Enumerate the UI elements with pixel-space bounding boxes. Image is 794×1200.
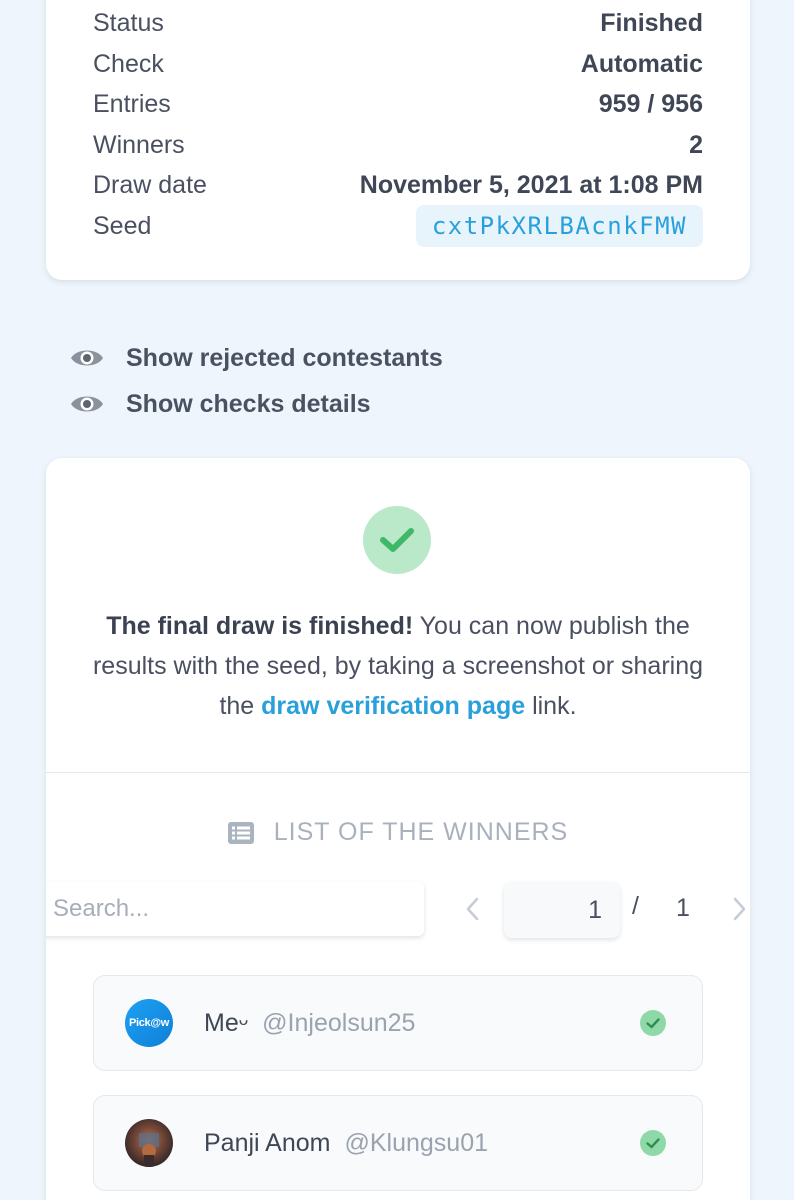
draw-date-row: Draw date November 5, 2021 at 1:08 PM	[93, 165, 703, 205]
avatar: Pick@w	[125, 999, 173, 1047]
winners-label: Winners	[93, 130, 185, 159]
entries-label: Entries	[93, 89, 171, 118]
avatar-photo	[139, 1133, 159, 1167]
draw-finished-heading: The final draw is finished!	[106, 612, 414, 640]
show-rejected-contestants-toggle[interactable]: Show rejected contestants	[70, 340, 443, 376]
check-value: Automatic	[580, 49, 703, 78]
winner-display-name: Meᵕ	[204, 1008, 249, 1037]
check-icon	[646, 1017, 660, 1028]
seed-row: Seed cxtPkXRLBAcnkFMW	[93, 205, 703, 247]
eye-icon	[71, 396, 103, 412]
show-checks-details-label: Show checks details	[126, 389, 371, 418]
status-label: Status	[93, 8, 164, 37]
draw-verification-page-link[interactable]: draw verification page	[261, 692, 525, 720]
winner-list-item[interactable]: Pick@w Meᵕ @Injeolsun25	[93, 975, 703, 1071]
entries-row: Entries 959 / 956	[93, 84, 703, 124]
winners-row: Winners 2	[93, 125, 703, 165]
winner-name: Panji Anom @Klungsu01	[204, 1129, 488, 1158]
winner-list-item[interactable]: Panji Anom @Klungsu01	[93, 1095, 703, 1191]
avatar-logo-text: Pick@w	[128, 1017, 170, 1029]
next-page-button[interactable]	[730, 894, 750, 924]
winner-display-name: Panji Anom	[204, 1128, 331, 1157]
verified-check-icon	[640, 1130, 666, 1156]
seed-label: Seed	[93, 211, 152, 240]
winners-value: 2	[689, 130, 703, 159]
page-separator: /	[632, 892, 639, 920]
draw-date-label: Draw date	[93, 170, 207, 199]
chevron-right-icon	[733, 897, 746, 921]
seed-value[interactable]: cxtPkXRLBAcnkFMW	[415, 205, 703, 247]
check-icon	[380, 528, 414, 552]
status-row: Status Finished	[93, 3, 703, 43]
divider	[46, 772, 750, 773]
chevron-left-icon	[466, 897, 479, 921]
entries-value: 959 / 956	[598, 89, 703, 118]
draw-finished-message: The final draw is finished! You can now …	[86, 606, 710, 726]
eye-icon	[71, 350, 103, 366]
check-icon	[646, 1137, 660, 1148]
previous-page-button[interactable]	[462, 894, 482, 924]
success-badge	[363, 506, 431, 574]
total-pages: 1	[676, 894, 690, 922]
list-icon	[227, 821, 254, 844]
page-number-input[interactable]: 1	[504, 882, 620, 938]
draw-result-card: The final draw is finished! You can now …	[46, 458, 750, 1200]
winners-list-title: LIST OF THE WINNERS	[46, 818, 750, 847]
check-label: Check	[93, 49, 164, 78]
draw-date-value: November 5, 2021 at 1:08 PM	[359, 170, 703, 199]
winner-handle[interactable]: @Klungsu01	[344, 1129, 488, 1157]
avatar	[125, 1119, 173, 1167]
winners-list-title-text: LIST OF THE WINNERS	[273, 818, 569, 846]
search-input[interactable]	[46, 882, 424, 936]
draw-details-card: Status Finished Check Automatic Entries …	[46, 0, 750, 280]
status-value: Finished	[600, 8, 703, 37]
verified-check-icon	[640, 1010, 666, 1036]
show-checks-details-toggle[interactable]: Show checks details	[70, 386, 371, 422]
message-text-end: link.	[525, 692, 577, 720]
show-rejected-contestants-label: Show rejected contestants	[126, 343, 443, 372]
winner-name: Meᵕ @Injeolsun25	[204, 1009, 415, 1038]
check-row: Check Automatic	[93, 44, 703, 84]
winner-handle[interactable]: @Injeolsun25	[262, 1009, 415, 1037]
